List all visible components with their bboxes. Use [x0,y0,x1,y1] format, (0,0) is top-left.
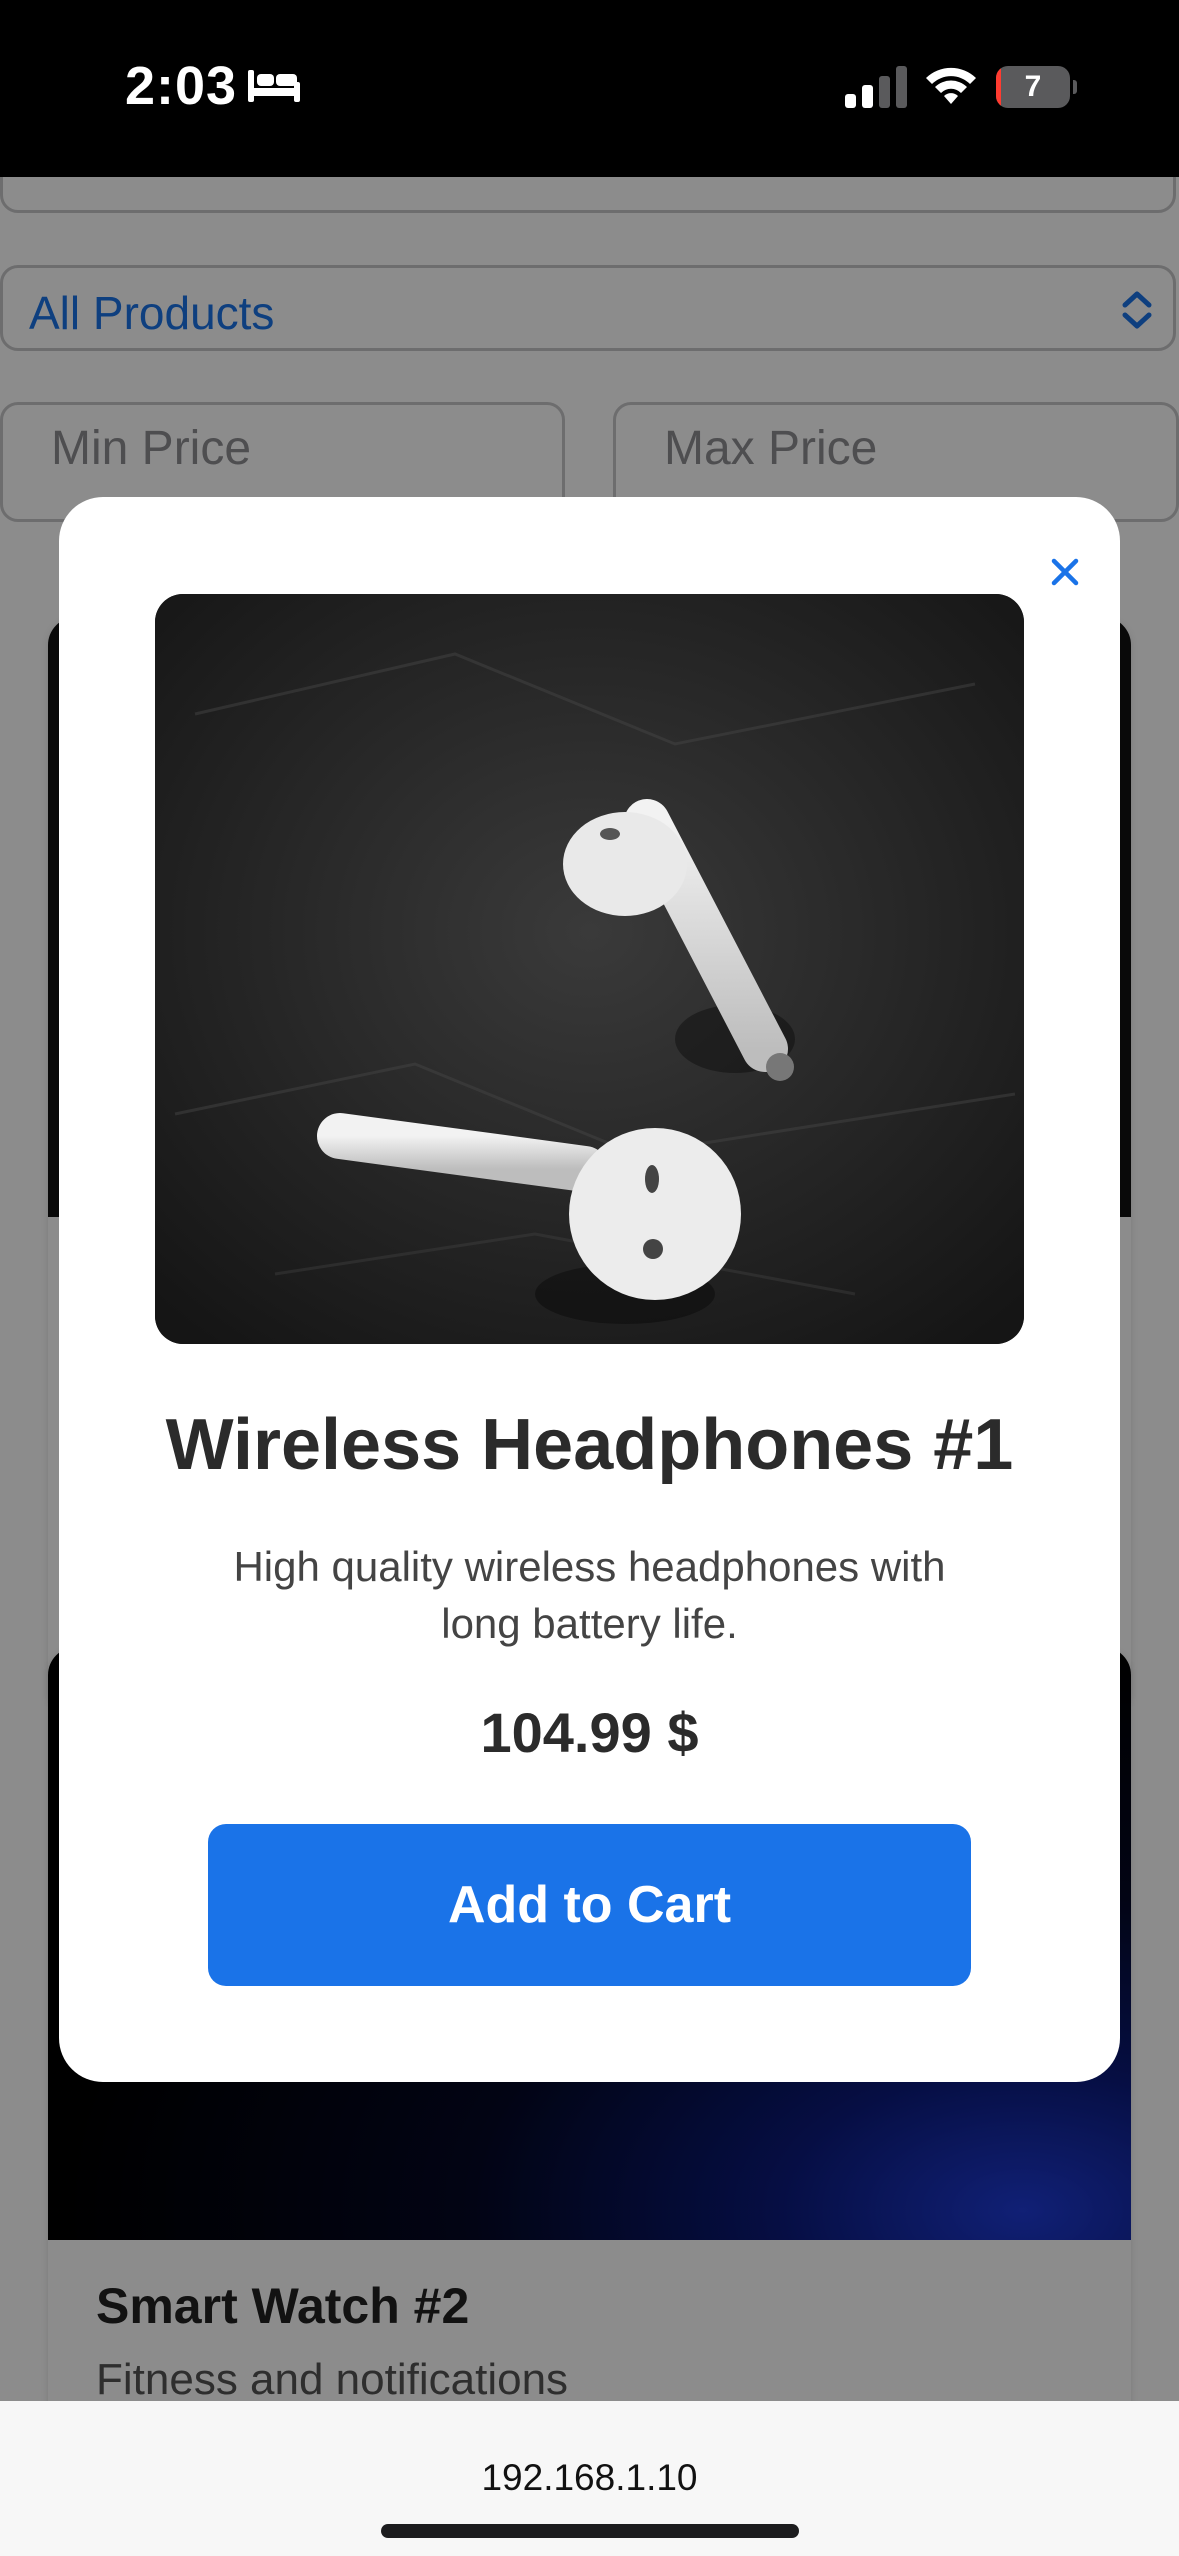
status-bar: 2:03 7 [0,0,1179,177]
product-price: 104.99 $ [480,1701,699,1764]
cellular-signal-icon [845,66,907,108]
home-indicator [381,2524,799,2538]
add-to-cart-button[interactable]: Add to Cart [208,1824,971,1986]
battery-percentage: 7 [1024,70,1042,103]
bed-icon [248,70,300,102]
battery-icon: 7 [996,66,1077,108]
earbuds-photo [155,594,1024,1344]
product-description: High quality wireless headphones with lo… [233,1543,946,1647]
product-image [155,594,1024,1344]
wifi-icon [926,67,976,104]
browser-address-bar[interactable]: 192.168.1.10 [0,2401,1179,2556]
status-time: 2:03 [125,56,238,116]
close-button[interactable] [1035,550,1095,594]
product-title: Wireless Headphones #1 [165,1405,1014,1485]
url-text[interactable]: 192.168.1.10 [0,2457,1179,2499]
close-icon [1051,558,1079,586]
